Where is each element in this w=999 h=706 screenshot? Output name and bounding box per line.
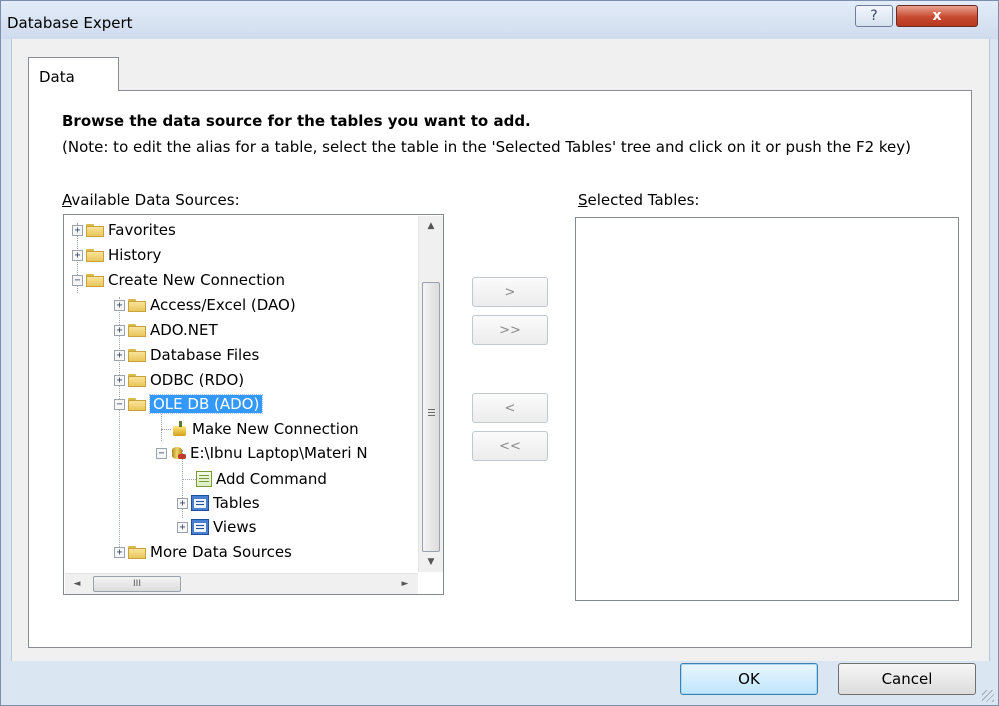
tree-node-label: Database Files <box>150 346 260 364</box>
available-label-accesskey: A <box>62 191 72 209</box>
folder-icon <box>86 248 104 262</box>
tree-node-label: ADO.NET <box>150 321 218 339</box>
expander-icon[interactable]: − <box>72 274 83 286</box>
expander-icon[interactable]: + <box>177 521 188 533</box>
table-icon <box>191 495 209 511</box>
available-data-sources-label: Available Data Sources: <box>62 191 240 209</box>
scroll-right-icon[interactable]: ► <box>395 574 415 594</box>
tree-node-access-excel-dao[interactable]: + Access/Excel (DAO) <box>114 294 296 316</box>
tree-node-make-new-connection[interactable]: Make New Connection <box>172 418 359 440</box>
tree-node-history[interactable]: + History <box>72 244 161 266</box>
tree-line <box>182 479 196 480</box>
tree-node-label: Access/Excel (DAO) <box>150 296 296 314</box>
tree-node-odbc-rdo[interactable]: + ODBC (RDO) <box>114 369 244 391</box>
add-command-icon <box>196 471 212 487</box>
tree-node-database-files[interactable]: + Database Files <box>114 344 259 366</box>
tree-node-views[interactable]: + Views <box>177 516 256 538</box>
tree-node-label: Create New Connection <box>108 271 285 289</box>
tree-node-label: Views <box>213 518 257 536</box>
folder-icon <box>128 298 146 312</box>
folder-icon <box>128 397 146 411</box>
tree-node-label: More Data Sources <box>150 543 292 561</box>
help-button[interactable]: ? <box>855 5 893 27</box>
tab-data[interactable]: Data <box>28 57 119 91</box>
expander-icon[interactable]: + <box>114 299 125 311</box>
close-button[interactable]: x <box>896 5 978 27</box>
tree-node-label: E:\Ibnu Laptop\Materi N <box>190 444 368 462</box>
add-all-tables-button[interactable]: >> <box>472 315 548 345</box>
scroll-down-icon[interactable]: ▼ <box>419 552 443 572</box>
selected-label-accesskey: S <box>578 191 588 209</box>
wand-icon <box>172 421 188 437</box>
selected-tables-list[interactable] <box>575 217 959 601</box>
expander-icon[interactable]: − <box>114 398 125 410</box>
grip-line <box>428 409 435 410</box>
tree-node-label: Favorites <box>108 221 176 239</box>
expander-icon[interactable]: + <box>114 349 125 361</box>
available-label-text: vailable Data Sources: <box>71 191 240 209</box>
remove-all-tables-button[interactable]: << <box>472 431 548 461</box>
expander-icon[interactable]: + <box>177 497 188 509</box>
view-icon <box>191 519 209 535</box>
title-bar[interactable]: Database Expert ? x <box>1 1 998 39</box>
resize-grip[interactable] <box>982 690 994 702</box>
expander-icon[interactable]: + <box>114 374 125 386</box>
folder-icon <box>86 273 104 287</box>
instructions-heading: Browse the data source for the tables yo… <box>62 112 531 130</box>
tree-node-ado-net[interactable]: + ADO.NET <box>114 319 218 341</box>
ok-button[interactable]: OK <box>680 663 818 695</box>
tree-node-create-new-connection[interactable]: − Create New Connection <box>72 269 285 291</box>
database-icon <box>170 445 186 461</box>
tree-node-label: ODBC (RDO) <box>150 371 245 389</box>
expander-icon[interactable]: + <box>72 249 83 261</box>
horizontal-scrollbar[interactable]: ◄ III ► <box>65 573 418 594</box>
tree-node-tables[interactable]: + Tables <box>177 492 260 514</box>
tree-node-label: Make New Connection <box>192 420 359 438</box>
grip-line <box>428 412 435 413</box>
vertical-scroll-thumb[interactable] <box>422 282 440 552</box>
expander-icon[interactable]: + <box>114 546 125 558</box>
tree-node-label: Tables <box>213 494 260 512</box>
cancel-button[interactable]: Cancel <box>838 663 976 695</box>
scroll-up-icon[interactable]: ▲ <box>419 216 443 236</box>
folder-icon <box>128 323 146 337</box>
expander-icon[interactable]: + <box>72 224 83 236</box>
folder-icon <box>128 545 146 559</box>
tree-viewport: + Favorites + History − Create New Connecti… <box>64 215 444 595</box>
folder-icon <box>128 373 146 387</box>
tree-node-more-data-sources[interactable]: + More Data Sources <box>114 541 292 563</box>
expander-icon[interactable]: − <box>156 447 167 459</box>
folder-icon <box>128 348 146 362</box>
tree-node-label: History <box>108 246 162 264</box>
window-title: Database Expert <box>7 14 133 32</box>
scroll-left-icon[interactable]: ◄ <box>67 574 87 594</box>
tree-node-favorites[interactable]: + Favorites <box>72 219 176 241</box>
tree-node-database-connection[interactable]: − E:\Ibnu Laptop\Materi N <box>156 442 368 464</box>
tree-node-label-selected: OLE DB (ADO) <box>148 394 264 414</box>
tree-node-ole-db-ado[interactable]: − OLE DB (ADO) <box>114 393 264 415</box>
expander-icon[interactable]: + <box>114 324 125 336</box>
selected-label-text: elected Tables: <box>587 191 700 209</box>
tree-node-label: Add Command <box>216 470 327 488</box>
folder-icon <box>86 223 104 237</box>
tree-line <box>161 429 171 430</box>
grip-line <box>428 415 435 416</box>
remove-table-button[interactable]: < <box>472 393 548 423</box>
instructions-note: (Note: to edit the alias for a table, se… <box>62 138 912 156</box>
horizontal-scroll-thumb[interactable]: III <box>93 576 181 592</box>
selected-tables-label: Selected Tables: <box>578 191 699 209</box>
vertical-scrollbar[interactable]: ▲ ▼ <box>418 216 443 572</box>
add-table-button[interactable]: > <box>472 277 548 307</box>
tree-node-add-command[interactable]: Add Command <box>196 468 327 490</box>
